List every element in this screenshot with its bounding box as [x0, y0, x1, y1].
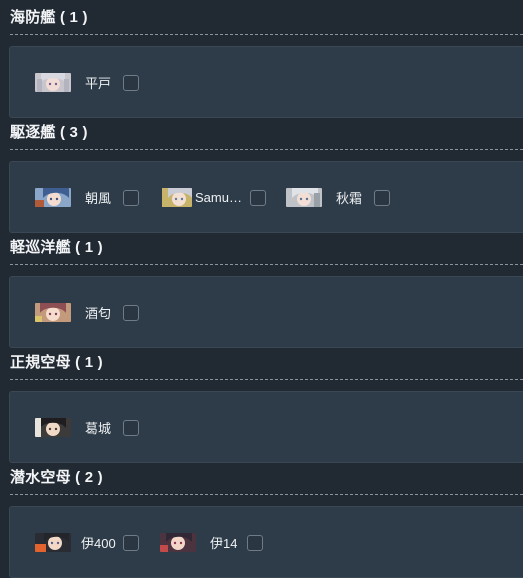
group-panel: 平戸: [9, 46, 523, 118]
ship-name: 朝風: [85, 191, 112, 206]
ship-item[interactable]: 平戸: [35, 73, 140, 92]
group-panel: 酒匂: [9, 276, 523, 348]
ship-checkbox[interactable]: [123, 74, 140, 91]
ship-checkbox[interactable]: [250, 189, 266, 206]
group-heading: 駆逐艦 ( 3 ): [10, 124, 88, 141]
ship-item[interactable]: 朝風: [35, 188, 140, 207]
ship-item[interactable]: 伊400: [35, 533, 139, 552]
group-divider: [10, 34, 523, 35]
group-panel: 葛城: [9, 391, 523, 463]
ship-portrait-image: [35, 73, 71, 92]
ship-name: 秋霜: [336, 191, 363, 206]
ship-item[interactable]: 酒匂: [35, 303, 140, 322]
ship-item[interactable]: 葛城: [35, 418, 140, 437]
group-divider: [10, 494, 523, 495]
group-panel: 朝風 Samue… 秋霜: [9, 161, 523, 233]
ship-checkbox[interactable]: [123, 304, 140, 321]
ship-portrait-image: [286, 188, 322, 207]
ship-item[interactable]: Samue…: [160, 188, 266, 207]
ship-checkbox[interactable]: [123, 419, 140, 436]
group-heading: 軽巡洋艦 ( 1 ): [10, 239, 103, 256]
ship-name: 葛城: [85, 421, 112, 436]
ship-name: 伊400: [81, 536, 116, 551]
ship-item[interactable]: 伊14: [160, 533, 264, 552]
ship-portrait-image: [160, 533, 196, 552]
ship-name: 平戸: [85, 76, 112, 91]
ship-name: 酒匂: [85, 306, 112, 321]
group-divider: [10, 149, 523, 150]
ship-checkbox[interactable]: [374, 189, 391, 206]
ship-name: 伊14: [210, 536, 238, 551]
group-heading: 海防艦 ( 1 ): [10, 9, 88, 26]
ship-checkbox[interactable]: [122, 534, 139, 551]
ship-portrait-image: [35, 188, 71, 207]
ship-checkbox[interactable]: [247, 534, 264, 551]
ship-item[interactable]: 秋霜: [286, 188, 391, 207]
ship-checkbox[interactable]: [123, 189, 140, 206]
ship-portrait-image: [35, 533, 71, 552]
group-panel: 伊400 伊14: [9, 506, 523, 578]
ship-name: Samue…: [195, 190, 249, 205]
ship-portrait-image: [35, 418, 71, 437]
ship-portrait-image: [35, 303, 71, 322]
group-heading: 潜水空母 ( 2 ): [10, 469, 103, 486]
ship-portrait-image: [160, 188, 192, 207]
group-divider: [10, 379, 523, 380]
group-divider: [10, 264, 523, 265]
group-heading: 正規空母 ( 1 ): [10, 354, 103, 371]
